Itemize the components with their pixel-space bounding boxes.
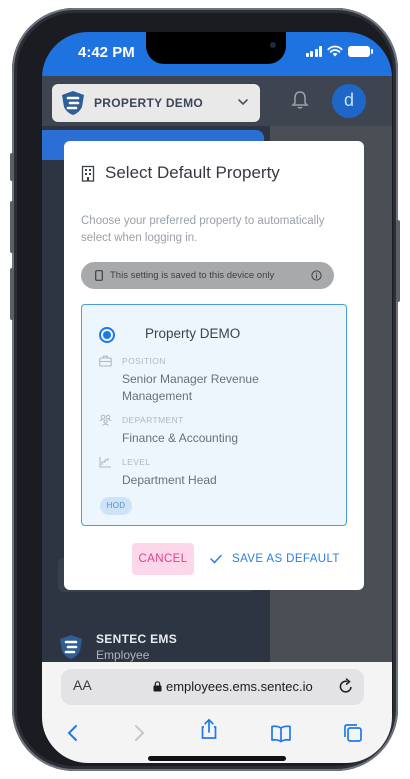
avatar[interactable]: d <box>332 84 366 118</box>
sidebar-brand: SENTEC EMS Employee <box>58 632 177 662</box>
address-bar[interactable]: AA employees.ems.sentec.io <box>61 669 364 705</box>
hod-badge: HOD <box>100 497 132 515</box>
sentec-logo-icon <box>62 91 84 115</box>
info-icon <box>311 270 322 281</box>
status-icons <box>305 45 373 57</box>
dynamic-island <box>146 32 286 64</box>
phone-icon <box>95 270 103 281</box>
save-as-default-label: SAVE AS DEFAULT <box>232 553 340 565</box>
position-value: Senior Manager Revenue Management <box>122 372 259 403</box>
brand-role: Employee <box>96 648 150 662</box>
level-label: LEVEL <box>122 457 151 467</box>
power-button <box>396 220 400 302</box>
status-bar: 4:42 PM <box>42 32 392 76</box>
property-selector[interactable]: PROPERTY DEMO <box>52 84 260 122</box>
tabs-icon[interactable] <box>342 722 364 744</box>
cancel-button[interactable]: CANCEL <box>132 543 194 575</box>
chevron-down-icon <box>238 99 248 106</box>
building-icon <box>81 165 95 182</box>
property-option-card[interactable]: Property DEMO POSITION Senior Manager Re… <box>81 304 347 526</box>
reload-icon[interactable] <box>338 678 354 695</box>
modal-description: Choose your preferred property to automa… <box>81 215 325 244</box>
briefcase-icon <box>99 355 112 367</box>
forward-arrow-icon[interactable] <box>128 722 150 744</box>
volume-up-button <box>10 201 14 253</box>
wifi-icon <box>327 45 343 57</box>
brand-name: SENTEC EMS <box>96 632 178 646</box>
url-display[interactable]: employees.ems.sentec.io <box>153 679 313 694</box>
browser-toolbar: AA employees.ems.sentec.io <box>42 662 392 763</box>
share-icon[interactable] <box>198 718 220 740</box>
save-as-default-button[interactable]: SAVE AS DEFAULT <box>210 543 340 575</box>
department-value: Finance & Accounting <box>122 431 239 445</box>
url-text: employees.ems.sentec.io <box>166 679 313 694</box>
level-icon <box>99 457 111 468</box>
camera <box>270 42 276 48</box>
department-label: DEPARTMENT <box>122 415 184 425</box>
mute-switch <box>10 153 14 181</box>
property-radio[interactable] <box>99 327 115 343</box>
app-header: PROPERTY DEMO d <box>42 76 392 126</box>
status-time: 4:42 PM <box>78 44 135 61</box>
device-notice-badge: This setting is saved to this device onl… <box>81 262 334 289</box>
battery-icon <box>348 45 373 57</box>
sentec-logo-icon <box>60 635 82 659</box>
phone-frame: 4:42 PM PROPERTY DEMO d SENTEC EMS Emplo… <box>10 8 400 771</box>
screen: 4:42 PM PROPERTY DEMO d SENTEC EMS Emplo… <box>42 32 392 763</box>
position-label: POSITION <box>122 356 166 366</box>
checkmark-icon <box>210 554 222 564</box>
property-option-name: Property DEMO <box>145 326 241 341</box>
default-property-modal: Select Default Property Choose your pref… <box>64 141 364 590</box>
home-indicator <box>148 756 286 761</box>
back-arrow-icon[interactable] <box>62 722 84 744</box>
modal-header: Select Default Property <box>80 163 280 183</box>
cellular-signal-icon <box>305 45 322 57</box>
property-selector-label: PROPERTY DEMO <box>94 96 204 110</box>
volume-down-button <box>10 268 14 320</box>
people-icon <box>99 414 112 426</box>
text-size-button[interactable]: AA <box>73 677 92 693</box>
device-notice-text: This setting is saved to this device onl… <box>110 270 275 281</box>
level-value: Department Head <box>122 473 217 487</box>
bell-icon[interactable] <box>291 90 309 110</box>
bookmarks-icon[interactable] <box>270 722 292 744</box>
modal-title: Select Default Property <box>105 163 280 182</box>
lock-icon <box>153 681 162 692</box>
